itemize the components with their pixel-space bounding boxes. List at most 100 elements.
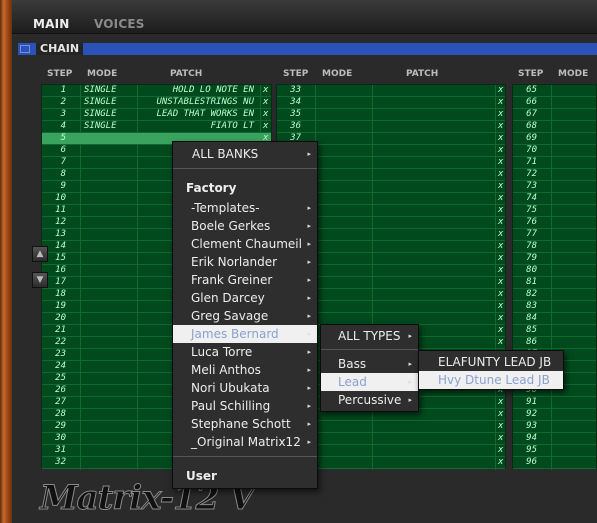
table-row[interactable]: 72 [513, 169, 596, 181]
clear-step-button[interactable]: x [498, 169, 503, 180]
menu-item[interactable]: Percussive ▸ [321, 391, 418, 409]
menu-item[interactable]: Erik Norlander ▸ [173, 253, 317, 271]
table-row[interactable]: 67 [513, 109, 596, 121]
table-row[interactable]: 82 [513, 289, 596, 301]
clear-step-button[interactable]: x [498, 457, 503, 468]
clear-step-button[interactable]: x [498, 229, 503, 240]
menu-item[interactable]: Clement Chaumeil ▸ [173, 235, 317, 253]
clear-step-button[interactable]: x [498, 217, 503, 228]
table-row[interactable]: 85 [513, 325, 596, 337]
table-row[interactable]: 81 [513, 277, 596, 289]
table-row[interactable]: 95 [513, 445, 596, 457]
menu-item[interactable]: Paul Schilling ▸ [173, 397, 317, 415]
menu-item[interactable]: Hvy Dtune Lead JB [419, 371, 563, 389]
mode-cell[interactable]: SINGLE [84, 97, 117, 108]
menu-item[interactable]: Stephane Schott ▸ [173, 415, 317, 433]
table-row[interactable]: 36 x [277, 121, 505, 133]
clear-step-button[interactable]: x [498, 313, 503, 324]
table-row[interactable]: 34 x [277, 97, 505, 109]
table-row[interactable]: 66 [513, 97, 596, 109]
menu-item-all-banks[interactable]: ALL BANKS ▸ [173, 145, 317, 163]
menu-item[interactable]: Bass ▸ [321, 355, 418, 373]
table-row[interactable]: 84 [513, 313, 596, 325]
clear-step-button[interactable]: x [498, 421, 503, 432]
patch-cell[interactable]: LEAD THAT WORKS EN [142, 109, 254, 120]
clear-step-button[interactable]: x [263, 121, 268, 132]
clear-step-button[interactable]: x [498, 181, 503, 192]
table-row[interactable]: 83 [513, 301, 596, 313]
clear-step-button[interactable]: x [498, 409, 503, 420]
clear-step-button[interactable]: x [498, 301, 503, 312]
table-row[interactable]: 86 [513, 337, 596, 349]
clear-step-button[interactable]: x [498, 325, 503, 336]
table-row[interactable]: 96 [513, 457, 596, 469]
clear-step-button[interactable]: x [498, 145, 503, 156]
scroll-down-button[interactable]: ▼ [32, 272, 48, 288]
table-row[interactable]: 33 x [277, 85, 505, 97]
table-row[interactable]: 69 [513, 133, 596, 145]
table-row[interactable]: 80 [513, 265, 596, 277]
clear-step-button[interactable]: x [498, 205, 503, 216]
menu-item[interactable]: James Bernard ▸ [173, 325, 317, 343]
table-row[interactable]: 78 [513, 241, 596, 253]
table-row[interactable]: 35 x [277, 109, 505, 121]
clear-step-button[interactable]: x [498, 265, 503, 276]
menu-item[interactable]: Meli Anthos ▸ [173, 361, 317, 379]
table-row[interactable]: 2 SINGLE UNSTABLESTRINGS NU x [42, 97, 271, 109]
menu-item[interactable]: Lead ▸ [321, 373, 418, 391]
table-row[interactable]: 76 [513, 217, 596, 229]
patch-cell[interactable]: HOLD LO NOTE EN [142, 85, 254, 96]
tab-main[interactable]: MAIN [33, 17, 70, 31]
table-row[interactable]: 79 [513, 253, 596, 265]
table-row[interactable]: 93 [513, 421, 596, 433]
clear-step-button[interactable]: x [498, 445, 503, 456]
clear-step-button[interactable]: x [498, 277, 503, 288]
table-row[interactable]: 73 [513, 181, 596, 193]
table-row[interactable]: 68 [513, 121, 596, 133]
clear-step-button[interactable]: x [498, 97, 503, 108]
table-row[interactable]: 75 [513, 205, 596, 217]
clear-step-button[interactable]: x [263, 109, 268, 120]
table-row[interactable]: 92 [513, 409, 596, 421]
menu-item[interactable]: Nori Ubukata ▸ [173, 379, 317, 397]
table-row[interactable]: 71 [513, 157, 596, 169]
tab-voices[interactable]: VOICES [94, 17, 145, 31]
table-row[interactable]: 65 [513, 85, 596, 97]
table-row[interactable]: 74 [513, 193, 596, 205]
clear-step-button[interactable]: x [498, 85, 503, 96]
clear-step-button[interactable]: x [498, 397, 503, 408]
clear-step-button[interactable]: x [498, 109, 503, 120]
table-row[interactable]: 3 SINGLE LEAD THAT WORKS EN x [42, 109, 271, 121]
clear-step-button[interactable]: x [498, 337, 503, 348]
table-row[interactable]: 4 SINGLE FIATO LT x [42, 121, 271, 133]
patch-cell[interactable]: FIATO LT [142, 121, 254, 132]
chain-collapse-icon[interactable] [20, 45, 30, 53]
clear-step-button[interactable]: x [498, 133, 503, 144]
clear-step-button[interactable]: x [498, 157, 503, 168]
menu-item[interactable]: Frank Greiner ▸ [173, 271, 317, 289]
menu-item[interactable]: Greg Savage ▸ [173, 307, 317, 325]
clear-step-button[interactable]: x [498, 241, 503, 252]
menu-item[interactable]: ELAFUNTY LEAD JB [419, 353, 563, 371]
clear-step-button[interactable]: x [498, 253, 503, 264]
mode-cell[interactable]: SINGLE [84, 109, 117, 120]
mode-cell[interactable]: SINGLE [84, 85, 117, 96]
table-row[interactable]: 94 [513, 433, 596, 445]
clear-step-button[interactable]: x [263, 85, 268, 96]
clear-step-button[interactable]: x [263, 97, 268, 108]
menu-item[interactable]: -Templates- ▸ [173, 199, 317, 217]
clear-step-button[interactable]: x [498, 193, 503, 204]
clear-step-button[interactable]: x [498, 121, 503, 132]
menu-item-all-types[interactable]: ALL TYPES ▸ [321, 327, 418, 345]
menu-item[interactable]: Luca Torre ▸ [173, 343, 317, 361]
clear-step-button[interactable]: x [498, 289, 503, 300]
menu-item[interactable]: Glen Darcey ▸ [173, 289, 317, 307]
table-row[interactable]: 91 [513, 397, 596, 409]
table-row[interactable]: 70 [513, 145, 596, 157]
mode-cell[interactable]: SINGLE [84, 121, 117, 132]
clear-step-button[interactable]: x [498, 433, 503, 444]
scroll-up-button[interactable]: ▲ [32, 246, 48, 262]
menu-item[interactable]: _Original Matrix12 ▸ [173, 433, 317, 451]
table-row[interactable]: 1 SINGLE HOLD LO NOTE EN x [42, 85, 271, 97]
menu-item[interactable]: Boele Gerkes ▸ [173, 217, 317, 235]
